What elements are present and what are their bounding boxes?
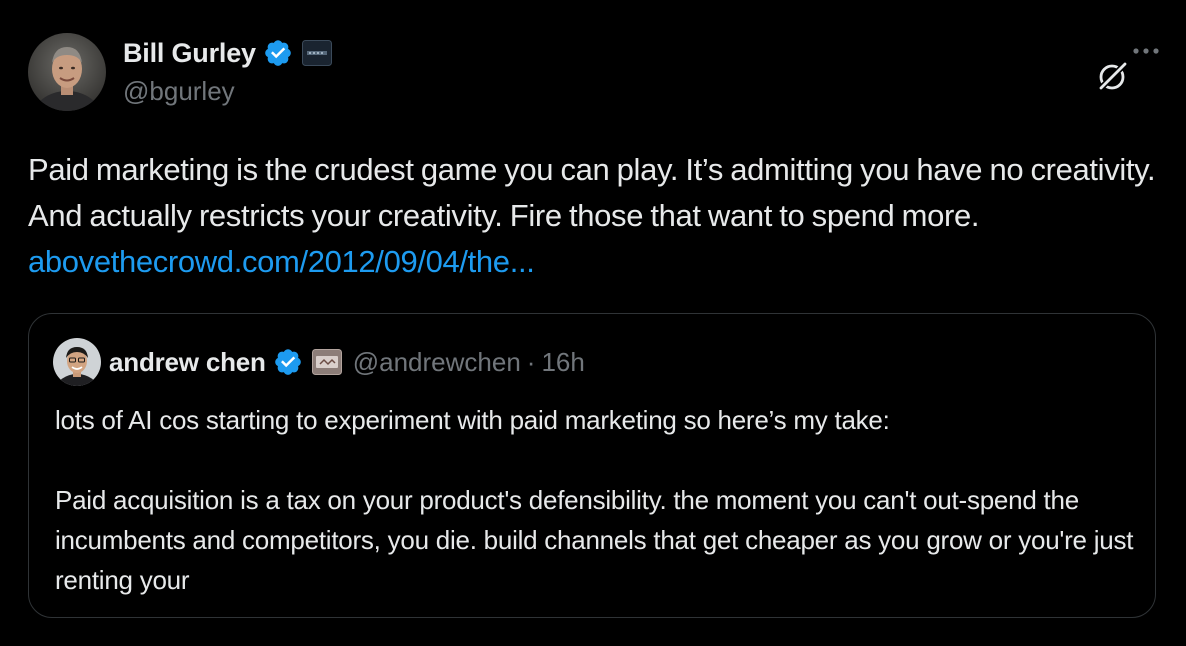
author-display-name[interactable]: Bill Gurley xyxy=(123,38,256,69)
quoted-handle[interactable]: @andrewchen xyxy=(353,347,521,378)
quoted-separator: · xyxy=(526,346,536,377)
more-icon[interactable] xyxy=(1131,36,1161,66)
affiliate-badge-icon[interactable] xyxy=(311,349,342,375)
author-avatar[interactable] xyxy=(28,33,106,111)
quoted-tweet[interactable]: andrew chen @andrewchen · 16h lots of AI… xyxy=(28,313,1156,618)
quoted-timestamp[interactable]: 16h xyxy=(541,347,584,378)
verified-check-icon[interactable] xyxy=(263,38,293,68)
quoted-display-name[interactable]: andrew chen xyxy=(109,347,266,378)
author-name-row: Bill Gurley xyxy=(123,35,332,71)
quoted-author-avatar[interactable] xyxy=(53,338,101,386)
quoted-paragraph: Paid acquisition is a tax on your produc… xyxy=(55,485,1134,595)
verified-check-icon[interactable] xyxy=(273,347,303,377)
author-handle[interactable]: @bgurley xyxy=(123,76,235,107)
tweet-text: Paid marketing is the crudest game you c… xyxy=(28,147,1166,285)
tweet: Bill Gurley @bgurley Paid marketing is t… xyxy=(0,0,1186,646)
quoted-paragraph: lots of AI cos starting to experiment wi… xyxy=(55,405,890,435)
tweet-body: Paid marketing is the crudest game you c… xyxy=(28,152,1156,233)
tweet-link[interactable]: abovethecrowd.com/2012/09/04/the... xyxy=(28,244,535,279)
affiliate-badge-icon[interactable] xyxy=(301,40,332,66)
grok-icon[interactable] xyxy=(1093,56,1133,96)
quoted-text: lots of AI cos starting to experiment wi… xyxy=(55,400,1135,600)
quoted-header: andrew chen @andrewchen · 16h xyxy=(53,337,585,387)
